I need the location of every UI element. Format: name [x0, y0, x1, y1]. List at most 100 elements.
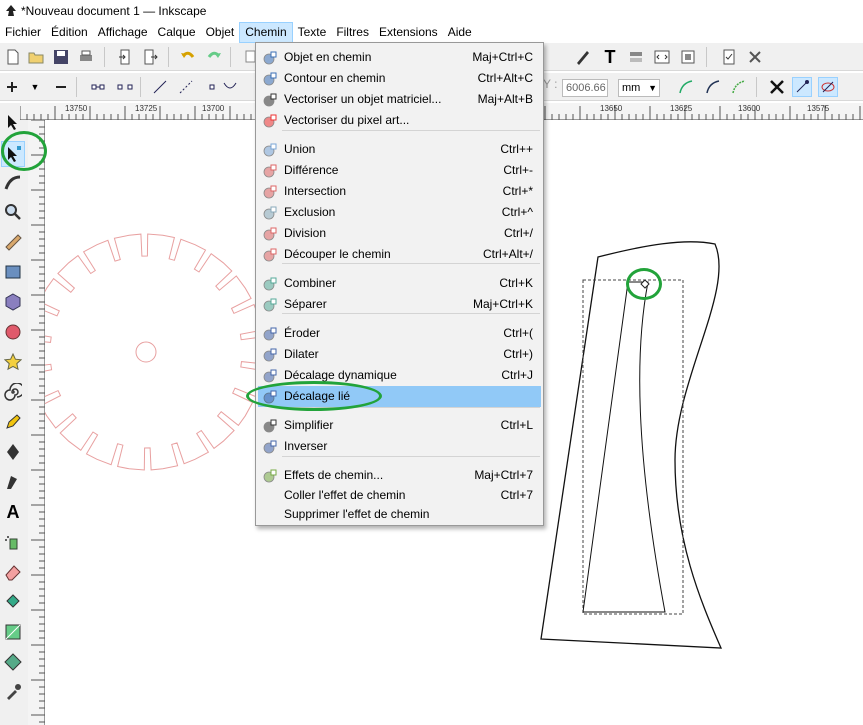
delete-segment-icon[interactable] — [176, 77, 196, 97]
menu-item-stroke-to-path[interactable]: Contour en chemin Ctrl+Alt+C — [258, 68, 541, 89]
menu-item-path-effects[interactable]: Effets de chemin... Maj+Ctrl+7 — [258, 465, 541, 486]
insert-node-dropdown-icon[interactable]: ▼ — [25, 77, 45, 97]
node-cusp-icon[interactable] — [202, 77, 222, 97]
menu-item-trace-bitmap[interactable]: Vectoriser un objet matriciel... Maj+Alt+… — [258, 89, 541, 110]
redo-icon[interactable] — [204, 47, 224, 67]
object-to-path-icon — [262, 50, 278, 66]
difference-icon — [262, 163, 278, 179]
menu-item-label: Union — [284, 142, 316, 156]
stroke-to-path-icon — [262, 71, 278, 87]
pen-tool-icon[interactable] — [1, 439, 25, 465]
window-title: *Nouveau document 1 — Inkscape — [21, 4, 207, 18]
menu-item-reverse[interactable]: Inverser — [258, 436, 541, 457]
show-bezier-handles-icon[interactable] — [703, 77, 723, 97]
show-transform-handles-icon[interactable] — [676, 77, 696, 97]
join-nodes-icon[interactable] — [88, 77, 108, 97]
text-tool-shortcut-icon[interactable]: T — [600, 47, 620, 67]
text-tool-icon[interactable]: A — [1, 499, 25, 525]
mesh-tool-icon[interactable] — [1, 649, 25, 675]
menu-item-shortcut: Maj+Alt+B — [477, 92, 533, 106]
xml-editor-icon[interactable] — [652, 47, 672, 67]
menu-item-division[interactable]: Division Ctrl+/ — [258, 223, 541, 244]
menu-texte[interactable]: Texte — [293, 22, 332, 43]
menu-item-trace-pixel-art[interactable]: Vectoriser du pixel art... — [258, 110, 541, 131]
menu-filtres[interactable]: Filtres — [331, 22, 374, 43]
preferences-icon[interactable] — [745, 47, 765, 67]
menu-edition[interactable]: Édition — [46, 22, 93, 43]
y-coordinate-field[interactable]: 6006.66 — [562, 79, 608, 97]
menu-item-outset[interactable]: Dilater Ctrl+) — [258, 344, 541, 365]
3d-box-tool-icon[interactable] — [1, 289, 25, 315]
print-icon[interactable] — [76, 47, 96, 67]
layers-icon[interactable] — [626, 47, 646, 67]
menu-item-break-apart[interactable]: Séparer Maj+Ctrl+K — [258, 294, 541, 315]
menu-objet[interactable]: Objet — [201, 22, 240, 43]
trace-pixel-art-icon — [262, 113, 278, 129]
align-icon[interactable] — [678, 47, 698, 67]
menu-item-difference[interactable]: Différence Ctrl+- — [258, 160, 541, 181]
rectangle-tool-icon[interactable] — [1, 259, 25, 285]
measure-tool-icon[interactable] — [1, 229, 25, 255]
menu-calque[interactable]: Calque — [153, 22, 201, 43]
menu-item-shortcut: Ctrl+/ — [503, 226, 533, 240]
tweak-tool-icon[interactable] — [1, 169, 25, 195]
paint-bucket-tool-icon[interactable] — [1, 589, 25, 615]
ruler-label: 13725 — [135, 104, 158, 113]
menu-chemin[interactable]: Chemin — [239, 22, 293, 43]
save-icon[interactable] — [51, 47, 71, 67]
new-document-icon[interactable] — [3, 47, 23, 67]
menu-item-cut-path[interactable]: Découper le chemin Ctrl+Alt+/ — [258, 244, 541, 265]
menu-item-shortcut: Ctrl+Alt+/ — [482, 247, 533, 261]
transform-handles-icon[interactable] — [767, 77, 787, 97]
undo-icon[interactable] — [178, 47, 198, 67]
show-clipping-path-icon[interactable] — [729, 77, 749, 97]
menu-item-label: Supprimer l'effet de chemin — [284, 507, 430, 521]
document-properties-icon[interactable] — [719, 47, 739, 67]
calligraphy-tool-icon[interactable] — [1, 469, 25, 495]
menu-item-shortcut: Maj+Ctrl+C — [472, 50, 533, 64]
annotation-ring-linked-offset — [246, 381, 382, 411]
menu-item-simplify[interactable]: Simplifier Ctrl+L — [258, 415, 541, 436]
eraser-tool-icon[interactable] — [1, 559, 25, 585]
pencil-tool-icon[interactable] — [1, 409, 25, 435]
ellipse-tool-icon[interactable] — [1, 319, 25, 345]
vertical-ruler — [28, 120, 45, 725]
menu-item-label: Exclusion — [284, 205, 336, 219]
menu-item-combine[interactable]: Combiner Ctrl+K — [258, 273, 541, 294]
open-icon[interactable] — [26, 47, 46, 67]
menu-fichier[interactable]: Fichier — [0, 22, 46, 43]
text-editor-icon[interactable] — [573, 47, 593, 67]
import-icon[interactable] — [115, 47, 135, 67]
export-icon[interactable] — [141, 47, 161, 67]
menu-item-shortcut: Ctrl+( — [503, 326, 533, 340]
node-smooth-icon[interactable] — [220, 77, 240, 97]
gradient-tool-icon[interactable] — [1, 619, 25, 645]
inset-icon — [262, 326, 278, 342]
menu-item-item-19[interactable]: Coller l'effet de chemin Ctrl+7 — [258, 485, 541, 506]
delete-node-icon[interactable] — [51, 77, 71, 97]
insert-node-icon[interactable] — [2, 77, 22, 97]
exclusion-icon — [262, 205, 278, 221]
title-bar: *Nouveau document 1 — Inkscape — [0, 0, 863, 22]
zoom-tool-icon[interactable] — [1, 199, 25, 225]
menu-item-shortcut: Ctrl+- — [503, 163, 533, 177]
menu-item-union[interactable]: Union Ctrl++ — [258, 139, 541, 160]
menu-item-intersection[interactable]: Intersection Ctrl+* — [258, 181, 541, 202]
join-segment-icon[interactable] — [150, 77, 170, 97]
menu-extensions[interactable]: Extensions — [374, 22, 443, 43]
star-tool-icon[interactable] — [1, 349, 25, 375]
unit-select[interactable]: mm ▼ — [618, 79, 660, 97]
dropper-tool-icon[interactable] — [1, 679, 25, 705]
show-path-outline-icon[interactable] — [818, 77, 838, 97]
menu-item-inset[interactable]: Éroder Ctrl+( — [258, 323, 541, 344]
break-path-icon[interactable] — [115, 77, 135, 97]
division-icon — [262, 226, 278, 242]
spray-tool-icon[interactable] — [1, 529, 25, 555]
menu-item-object-to-path[interactable]: Objet en chemin Maj+Ctrl+C — [258, 47, 541, 68]
show-handles-toggle-icon[interactable] — [792, 77, 812, 97]
menu-aide[interactable]: Aide — [443, 22, 477, 43]
spiral-tool-icon[interactable] — [1, 379, 25, 405]
menu-affichage[interactable]: Affichage — [93, 22, 153, 43]
menu-item-item-20[interactable]: Supprimer l'effet de chemin — [258, 504, 541, 525]
menu-item-exclusion[interactable]: Exclusion Ctrl+^ — [258, 202, 541, 223]
